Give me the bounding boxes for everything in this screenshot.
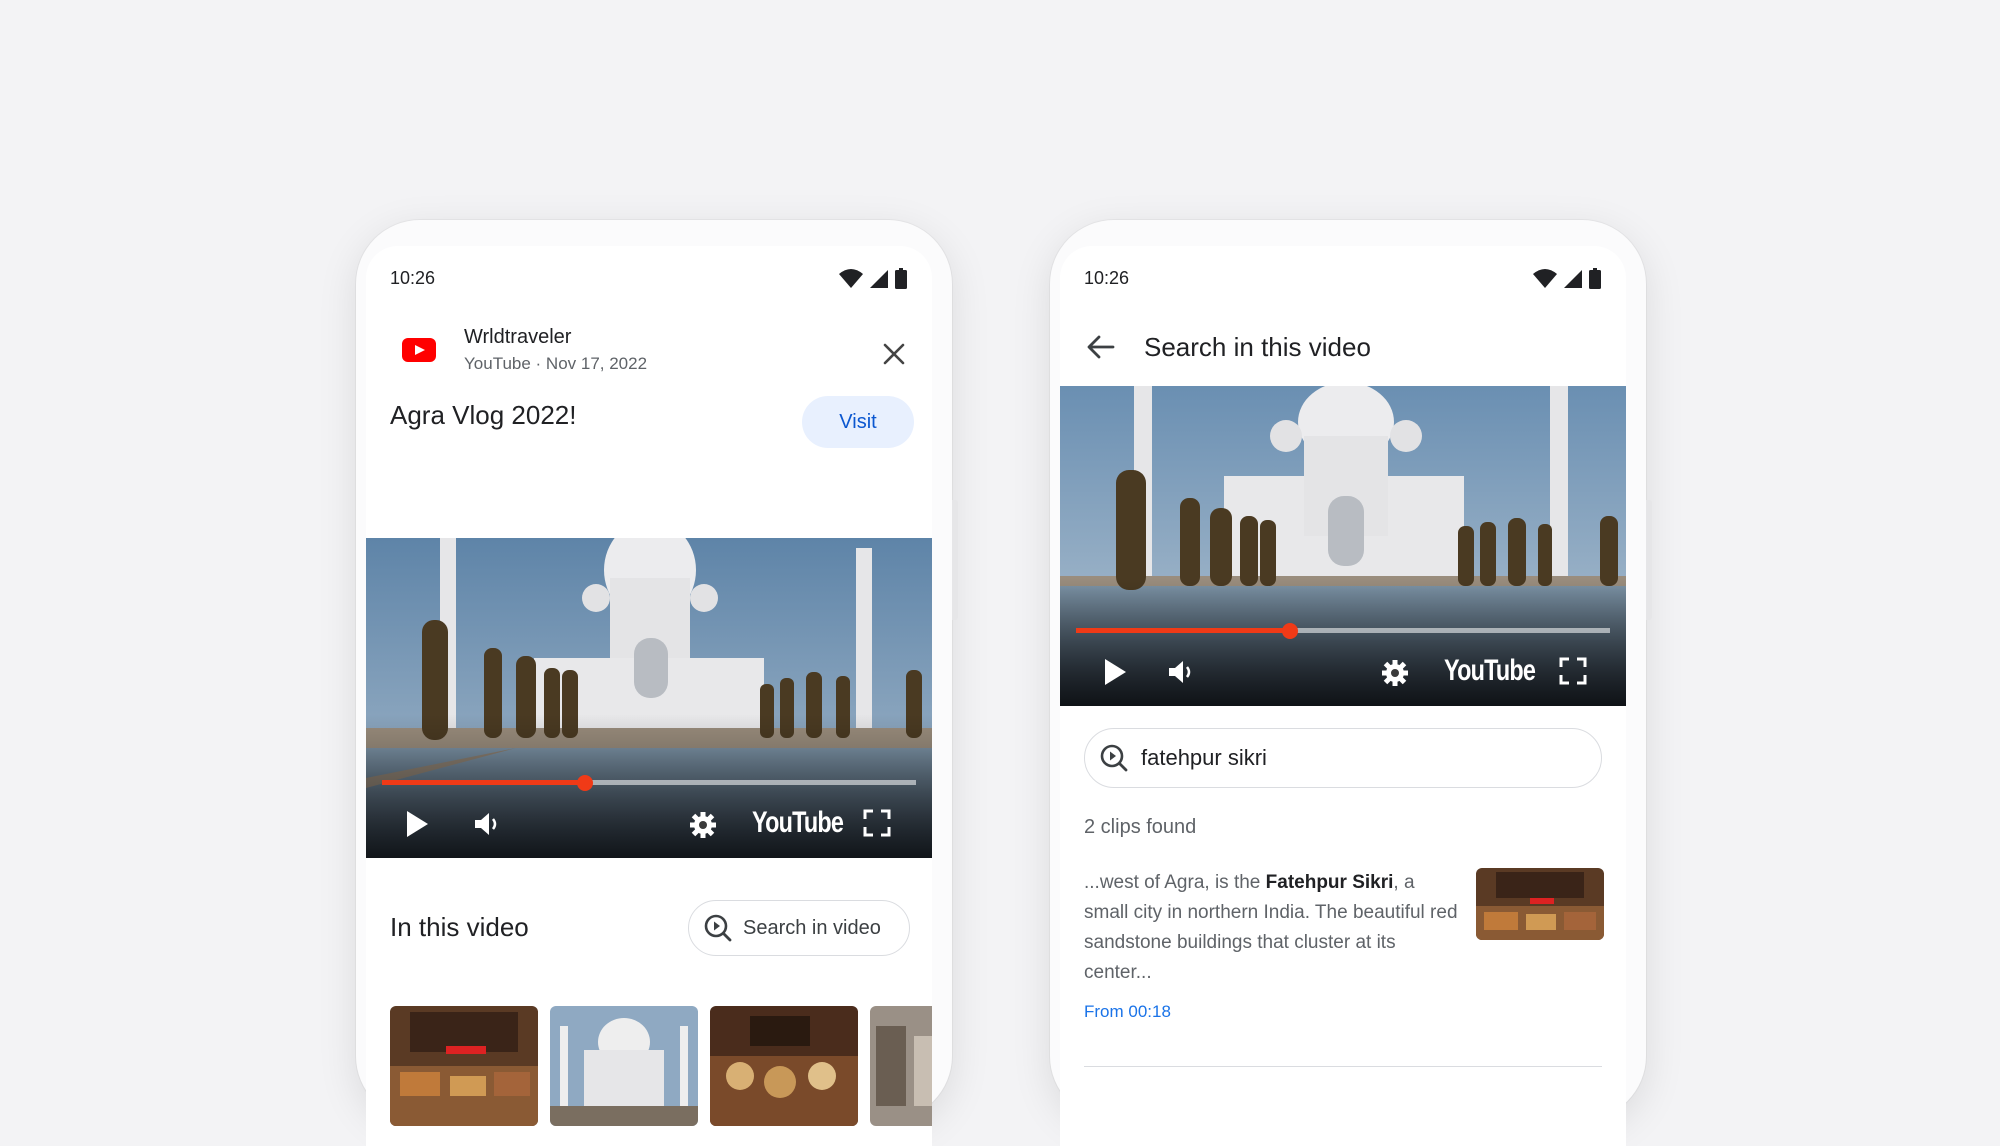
youtube-wordmark[interactable]: YouTube	[752, 806, 844, 840]
gear-icon	[1382, 660, 1408, 686]
play-icon	[1105, 659, 1126, 685]
video-player[interactable]: YouTube	[366, 538, 932, 858]
result-snippet: ...west of Agra, is the Fatehpur Sikri, …	[1084, 868, 1464, 988]
side-button	[1646, 500, 1652, 620]
settings-button[interactable]	[1380, 658, 1410, 688]
youtube-wordmark[interactable]: YouTube	[1444, 654, 1536, 688]
channel-name[interactable]: Wrldtraveler	[464, 326, 571, 349]
play-button[interactable]	[402, 806, 432, 842]
status-time: 10:26	[1084, 268, 1130, 288]
result-timestamp[interactable]: From 00:18	[1084, 1002, 1171, 1022]
close-icon	[883, 343, 905, 365]
video-player[interactable]: YouTube	[1060, 386, 1626, 706]
market-stall-image	[390, 1006, 538, 1126]
progress-track[interactable]	[1076, 622, 1610, 639]
search-result[interactable]: ...west of Agra, is the Fatehpur Sikri, …	[1084, 868, 1604, 1048]
visit-button[interactable]: Visit	[802, 396, 914, 448]
battery-icon	[1589, 268, 1601, 289]
clip-thumbnail[interactable]	[390, 1006, 538, 1126]
clip-thumbnail[interactable]	[710, 1006, 858, 1126]
left-phone: 10:26 Wrldtraveler YouTube · Nov 17, 202…	[356, 220, 958, 1146]
status-time: 10:26	[390, 268, 436, 288]
section-title: In this video	[390, 912, 529, 942]
progress-scrubber[interactable]	[1281, 622, 1298, 639]
result-thumbnail[interactable]	[1476, 868, 1604, 940]
search-field[interactable]: fatehpur sikri	[1084, 728, 1602, 788]
youtube-logo-icon	[402, 338, 436, 362]
search-input[interactable]: fatehpur sikri	[1141, 745, 1267, 771]
clip-thumbnails	[390, 1006, 932, 1126]
snippet-text-before: ...west of Agra, is the	[1084, 872, 1266, 893]
fullscreen-button[interactable]	[862, 808, 892, 838]
clip-thumbnail[interactable]	[550, 1006, 698, 1126]
taj-mahal-image	[550, 1006, 698, 1126]
street-scene-image	[870, 1006, 932, 1126]
fullscreen-button[interactable]	[1558, 656, 1588, 686]
status-bar: 10:26	[1084, 268, 1602, 292]
wifi-icon	[1533, 269, 1557, 288]
snippet-highlight: Fatehpur Sikri	[1265, 872, 1394, 893]
search-in-video-icon	[1100, 744, 1128, 772]
volume-icon	[1169, 661, 1191, 683]
volume-button[interactable]	[1166, 658, 1196, 686]
result-divider	[1084, 1066, 1602, 1067]
cellular-signal-icon	[1564, 270, 1582, 288]
progress-track[interactable]	[382, 774, 916, 791]
progress-fill	[382, 774, 593, 791]
search-in-video-icon	[704, 914, 732, 942]
search-in-video-label: Search in video	[743, 916, 881, 939]
results-count: 2 clips found	[1084, 816, 1197, 838]
cellular-signal-icon	[870, 270, 888, 288]
video-title: Agra Vlog 2022!	[390, 400, 577, 430]
gear-icon	[690, 812, 716, 838]
settings-button[interactable]	[688, 810, 718, 840]
right-phone-screen: 10:26 Search in this video YouTube fateh…	[1060, 246, 1626, 1146]
side-button	[952, 500, 958, 620]
battery-icon	[895, 268, 907, 289]
right-phone: 10:26 Search in this video YouTube fateh…	[1050, 220, 1652, 1146]
clip-thumbnail[interactable]	[870, 1006, 932, 1126]
channel-meta: YouTube · Nov 17, 2022	[464, 354, 648, 373]
close-button[interactable]	[880, 340, 908, 368]
left-phone-screen: 10:26 Wrldtraveler YouTube · Nov 17, 202…	[366, 246, 932, 1146]
fullscreen-icon	[863, 809, 891, 837]
play-button[interactable]	[1100, 654, 1130, 690]
back-arrow-icon	[1087, 335, 1115, 359]
wifi-icon	[839, 269, 863, 288]
back-button[interactable]	[1086, 332, 1116, 362]
video-frame-image	[1060, 386, 1626, 706]
search-in-video-button[interactable]: Search in video	[688, 900, 910, 956]
progress-fill	[1076, 622, 1298, 639]
status-bar: 10:26	[390, 268, 908, 292]
fullscreen-icon	[1559, 657, 1587, 685]
food-stall-image	[710, 1006, 858, 1126]
video-frame-image	[366, 538, 932, 858]
progress-scrubber[interactable]	[576, 774, 593, 791]
play-icon	[407, 811, 428, 837]
market-stall-image	[1476, 868, 1604, 940]
volume-button[interactable]	[472, 810, 502, 838]
header-title: Search in this video	[1144, 332, 1371, 362]
volume-icon	[475, 813, 497, 835]
